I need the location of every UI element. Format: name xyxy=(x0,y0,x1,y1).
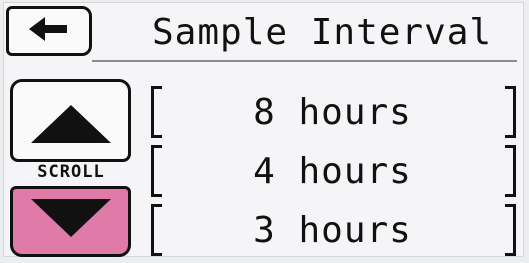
list-item[interactable]: 8 hours xyxy=(145,84,520,142)
bracket-left xyxy=(151,204,162,256)
bracket-right xyxy=(505,145,516,197)
back-button[interactable] xyxy=(6,6,92,56)
bracket-right xyxy=(505,86,516,138)
option-label: 3 hours xyxy=(253,210,412,251)
bracket-left xyxy=(151,86,162,138)
list-item[interactable]: 4 hours xyxy=(145,143,520,201)
header-divider xyxy=(92,60,517,62)
bracket-left xyxy=(151,145,162,197)
scroll-down-button[interactable] xyxy=(10,186,131,257)
bracket-right xyxy=(505,204,516,256)
arrow-left-icon xyxy=(29,17,69,45)
interval-option-list: 8 hours 4 hours 3 hours xyxy=(145,84,520,261)
triangle-down-icon xyxy=(30,199,111,241)
option-label: 8 hours xyxy=(253,92,412,133)
page-title: Sample Interval xyxy=(152,12,493,53)
list-item[interactable]: 3 hours xyxy=(145,202,520,260)
scroll-up-button[interactable] xyxy=(10,79,131,162)
option-label: 4 hours xyxy=(253,151,412,192)
scroll-label: SCROLL xyxy=(37,162,105,182)
triangle-up-icon xyxy=(30,105,111,147)
